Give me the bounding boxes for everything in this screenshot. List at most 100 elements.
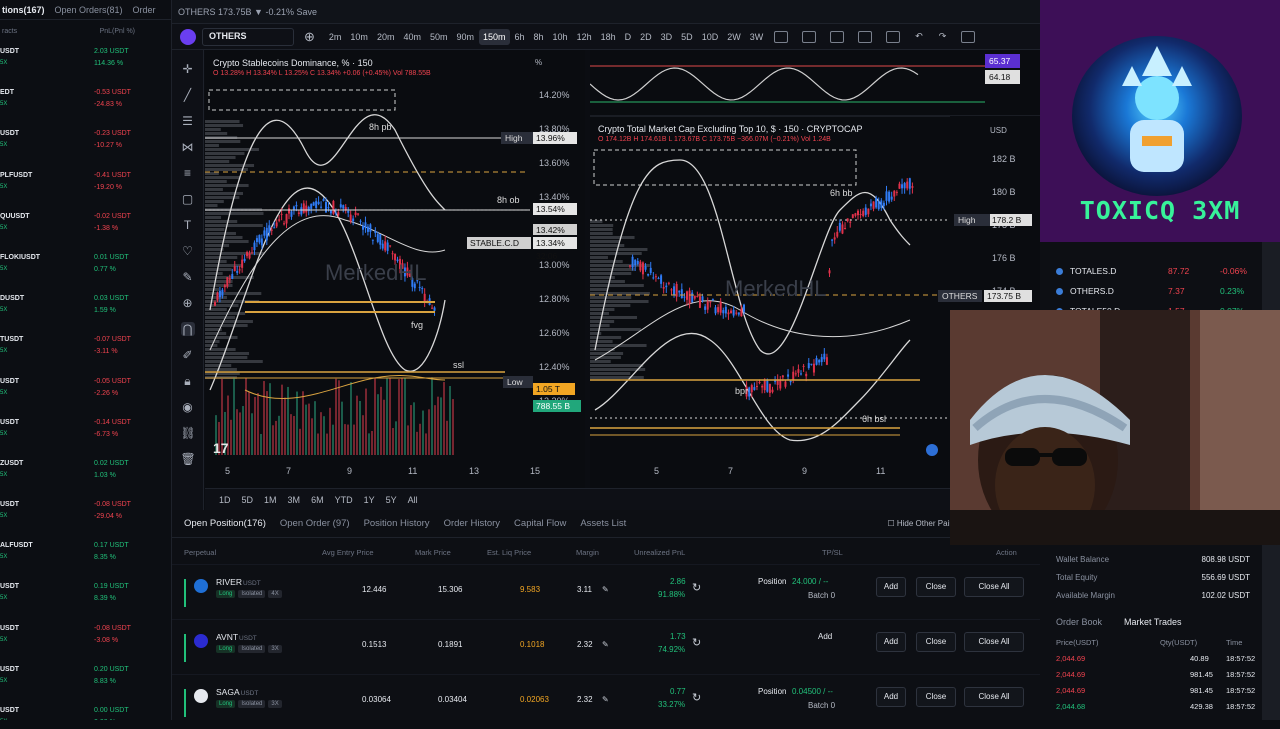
fib-icon[interactable]: ☰ [181, 114, 195, 128]
position-row[interactable]: USDT 5X -0.23 USDT -10.27 % [0, 124, 171, 165]
range-3M[interactable]: 3M [288, 495, 301, 505]
interval-12h[interactable]: 12h [573, 29, 596, 45]
action-close-button[interactable]: Close [916, 577, 956, 597]
action-close-button[interactable]: Close [916, 632, 956, 652]
interval-20m[interactable]: 20m [373, 29, 399, 45]
crosshair-icon[interactable]: ✛ [181, 62, 195, 76]
interval-40m[interactable]: 40m [399, 29, 425, 45]
symbol-search[interactable]: OTHERS [202, 27, 294, 46]
interval-5D[interactable]: 5D [677, 29, 697, 45]
favorite-icon[interactable]: ♡ [181, 244, 195, 258]
open-position-row[interactable]: RIVERUSDT Long Isolated 4X 12.446 15.306 9.583… [172, 564, 1040, 619]
interval-6h[interactable]: 6h [511, 29, 529, 45]
position-row[interactable]: USDT 5X -0.08 USDT -3.08 % [0, 619, 171, 660]
position-row[interactable]: FLOKIUSDT 5X 0.01 USDT 0.77 % [0, 248, 171, 289]
share-icon[interactable]: ↻ [692, 636, 701, 649]
redo-icon[interactable]: ↷ [939, 31, 947, 42]
interval-10h[interactable]: 10h [549, 29, 572, 45]
layout-icon[interactable] [961, 30, 976, 43]
open-position-row[interactable]: SAGAUSDT Long Isolated 3X 0.03064 0.03404 0.02… [172, 674, 1040, 729]
lock-icon[interactable]: 🔒︎ [181, 374, 195, 388]
bar-style-icon[interactable] [774, 30, 789, 43]
open-position-row[interactable]: AVNTUSDT Long Isolated 3X 0.1513 0.1891 0.1018… [172, 619, 1040, 674]
indicators-icon[interactable] [802, 30, 817, 43]
chart-stablecoin-dominance[interactable]: MerkedHL 8h pb 8h ob ssl fvg 14.20% 13.80… [205, 50, 585, 488]
position-row[interactable]: USDT5X0.00 USDT0.00 % [0, 701, 171, 720]
range-All[interactable]: All [408, 495, 418, 505]
tab-positions[interactable]: tions(167) [2, 5, 45, 15]
action-add-button[interactable]: Add [876, 577, 906, 597]
zoom-icon[interactable]: ⊕ [181, 296, 195, 310]
position-row[interactable]: USDT 5X -0.08 USDT -29.04 % [0, 495, 171, 536]
tpsl-label[interactable]: Position [758, 577, 786, 586]
shape-icon[interactable]: ▢ [181, 192, 195, 206]
interval-90m[interactable]: 90m [452, 29, 478, 45]
trash-icon[interactable]: 🗑︎ [181, 452, 196, 466]
interval-10m[interactable]: 10m [346, 29, 372, 45]
interval-3W[interactable]: 3W [746, 29, 768, 45]
action-close-all-button[interactable]: Close All [964, 577, 1024, 597]
bottom-tab-4[interactable]: Capital Flow [514, 518, 566, 529]
share-icon[interactable]: ↻ [692, 691, 701, 704]
interval-8h[interactable]: 8h [530, 29, 548, 45]
replay-icon[interactable] [886, 30, 901, 43]
link-icon[interactable]: ⛓ [181, 426, 196, 440]
position-row[interactable]: ZUSDT 5X 0.02 USDT 1.03 % [0, 454, 171, 495]
orderbook-tab-0[interactable]: Order Book [1056, 617, 1102, 627]
interval-50m[interactable]: 50m [426, 29, 452, 45]
watchlist-item[interactable]: OTHERS.D 7.37 0.23% [1040, 282, 1262, 302]
watchlist-item[interactable]: TOTALES.D 87.72 -0.06% [1040, 262, 1262, 282]
range-6M[interactable]: 6M [311, 495, 324, 505]
bottom-tab-5[interactable]: Assets List [580, 518, 626, 529]
range-5D[interactable]: 5D [242, 495, 254, 505]
tpsl-label[interactable]: Position [758, 687, 786, 696]
position-row[interactable]: USDT 5X 0.20 USDT 8.83 % [0, 660, 171, 701]
interval-2W[interactable]: 2W [723, 29, 745, 45]
templates-icon[interactable] [830, 30, 845, 43]
interval-10D[interactable]: 10D [698, 29, 723, 45]
interval-D[interactable]: D [621, 29, 636, 45]
tab-orders[interactable]: Order [133, 5, 156, 15]
tpsl-batch[interactable]: Batch 0 [808, 591, 835, 600]
ruler-icon[interactable]: ✎ [181, 270, 195, 284]
range-1M[interactable]: 1M [264, 495, 277, 505]
position-row[interactable]: USDT 5X 2.03 USDT 114.36 % [0, 42, 171, 83]
position-row[interactable]: ALFUSDT 5X 0.17 USDT 8.35 % [0, 536, 171, 577]
action-close-all-button[interactable]: Close All [964, 632, 1024, 652]
chart1-canvas[interactable]: MerkedHL 8h pb 8h ob ssl fvg 14.20%13.80… [205, 50, 585, 488]
hide-other-pairs[interactable]: ☐ Hide Other Pairs [887, 519, 956, 528]
position-row[interactable]: EDT 5X -0.53 USDT -24.83 % [0, 83, 171, 124]
bottom-tab-0[interactable]: Open Position(176) [184, 518, 266, 529]
tab-open-orders[interactable]: Open Orders(81) [55, 5, 123, 15]
position-row[interactable]: DUSDT 5X 0.03 USDT 1.59 % [0, 289, 171, 330]
interval-2m[interactable]: 2m [325, 29, 346, 45]
interval-150m[interactable]: 150m [479, 28, 510, 45]
position-row[interactable]: QUUSDT 5X -0.02 USDT -1.38 % [0, 207, 171, 248]
interval-2D[interactable]: 2D [636, 29, 656, 45]
interval-3D[interactable]: 3D [657, 29, 677, 45]
eye-icon[interactable]: ◉ [181, 400, 195, 414]
position-row[interactable]: TUSDT 5X -0.07 USDT -3.11 % [0, 330, 171, 371]
undo-icon[interactable]: ↶ [915, 31, 923, 42]
position-row[interactable]: PLFUSDT 5X -0.41 USDT -19.20 % [0, 166, 171, 207]
position-row[interactable]: USDT 5X 0.19 USDT 8.39 % [0, 577, 171, 618]
range-5Y[interactable]: 5Y [386, 495, 397, 505]
interval-18h[interactable]: 18h [597, 29, 620, 45]
edit-margin-icon[interactable]: ✎ [602, 695, 609, 704]
edit-margin-icon[interactable]: ✎ [602, 585, 609, 594]
action-add-button[interactable]: Add [876, 687, 906, 707]
bottom-tab-1[interactable]: Open Order (97) [280, 518, 350, 529]
position-row[interactable]: USDT 5X -0.05 USDT -2.26 % [0, 372, 171, 413]
bottom-tab-2[interactable]: Position History [364, 518, 430, 529]
range-YTD[interactable]: YTD [335, 495, 353, 505]
alert-icon[interactable] [858, 30, 873, 43]
magnet-icon[interactable]: ⋂ [180, 322, 195, 336]
range-1Y[interactable]: 1Y [364, 495, 375, 505]
orderbook-tab-1[interactable]: Market Trades [1124, 617, 1182, 627]
tpsl-label[interactable]: Add [818, 632, 832, 641]
action-close-all-button[interactable]: Close All [964, 687, 1024, 707]
lock-drawing-icon[interactable]: ✐ [181, 348, 195, 362]
tpsl-batch[interactable]: Batch 0 [808, 701, 835, 710]
edit-margin-icon[interactable]: ✎ [602, 640, 609, 649]
pattern-icon[interactable]: ⋈ [181, 140, 195, 154]
